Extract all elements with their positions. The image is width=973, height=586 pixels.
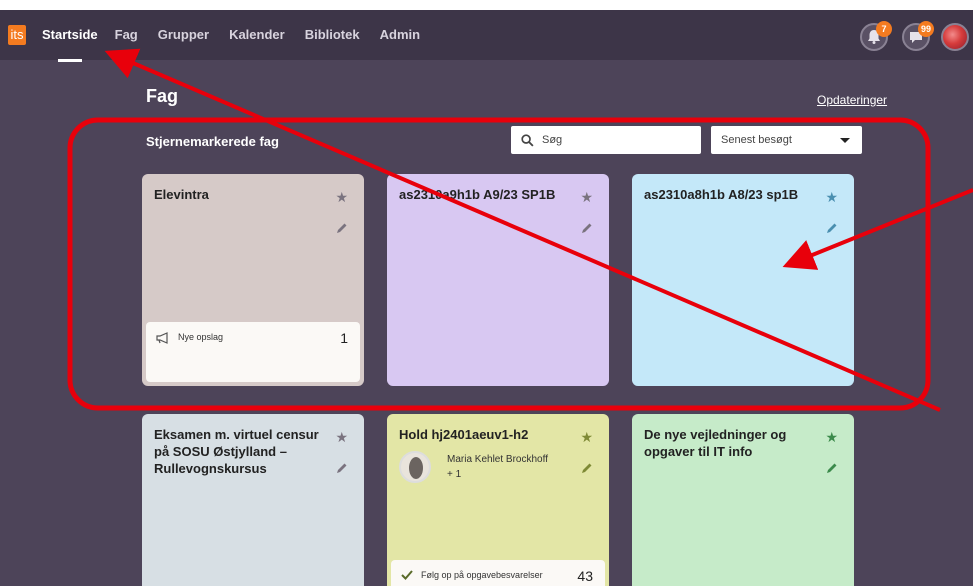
pencil-icon[interactable] bbox=[826, 222, 838, 234]
star-icon[interactable]: ★ bbox=[825, 429, 838, 446]
notification-panel[interactable]: Nye opslag 1 bbox=[146, 322, 360, 382]
course-title: De nye vejledninger og opgaver til IT in… bbox=[644, 427, 787, 459]
section-title: Stjernemarkerede fag bbox=[146, 134, 279, 149]
teacher-name-block: Maria Kehlet Brockhoff + 1 bbox=[447, 452, 548, 482]
nav-startside[interactable]: Startside bbox=[42, 27, 98, 62]
checkmark-icon bbox=[401, 570, 413, 580]
course-card-hold[interactable]: Hold hj2401aeuv1-h2 ★ Maria Kehlet Brock… bbox=[387, 414, 609, 586]
teacher-avatar bbox=[399, 451, 431, 483]
main-nav: Startside Fag Grupper Kalender Bibliotek… bbox=[42, 27, 440, 62]
course-card-eksamen[interactable]: Eksamen m. virtuel censur på SOSU Østjyl… bbox=[142, 414, 364, 586]
sort-select-value: Senest besøgt bbox=[721, 134, 792, 146]
search-icon bbox=[521, 133, 534, 147]
bell-badge: 7 bbox=[876, 21, 892, 37]
course-card-elevintra[interactable]: Elevintra ★ Nye opslag 1 bbox=[142, 174, 364, 386]
star-icon[interactable]: ★ bbox=[825, 189, 838, 206]
nav-grupper[interactable]: Grupper bbox=[158, 27, 209, 42]
course-title: as2310a8h1b A8/23 sp1B bbox=[644, 187, 799, 202]
app-window: its Startside Fag Grupper Kalender Bibli… bbox=[0, 10, 973, 586]
course-title: as2310a9h1b A9/23 SP1B bbox=[399, 187, 556, 202]
course-title: Elevintra bbox=[154, 187, 209, 202]
notification-count: 1 bbox=[340, 330, 348, 346]
teacher-extra: + 1 bbox=[447, 469, 462, 480]
pencil-icon[interactable] bbox=[826, 462, 838, 474]
notification-label: Følg op på opgavebesvarelser bbox=[421, 570, 543, 580]
megaphone-icon bbox=[156, 332, 168, 344]
star-icon[interactable]: ★ bbox=[335, 189, 348, 206]
course-card-it-info[interactable]: De nye vejledninger og opgaver til IT in… bbox=[632, 414, 854, 586]
teacher-info[interactable]: Maria Kehlet Brockhoff + 1 bbox=[399, 451, 597, 483]
messages-button[interactable]: 99 bbox=[902, 21, 934, 51]
course-card-a8[interactable]: as2310a8h1b A8/23 sp1B ★ bbox=[632, 174, 854, 386]
pencil-icon[interactable] bbox=[336, 462, 348, 474]
top-navigation: its Startside Fag Grupper Kalender Bibli… bbox=[0, 10, 973, 62]
course-card-a9[interactable]: as2310a9h1b A9/23 SP1B ★ bbox=[387, 174, 609, 386]
notification-count: 43 bbox=[577, 568, 593, 584]
star-icon[interactable]: ★ bbox=[335, 429, 348, 446]
pencil-icon[interactable] bbox=[581, 462, 593, 474]
nav-bibliotek[interactable]: Bibliotek bbox=[305, 27, 360, 42]
user-avatar[interactable] bbox=[941, 23, 969, 51]
notification-panel[interactable]: Følg op på opgavebesvarelser 43 bbox=[391, 560, 605, 586]
search-input[interactable]: Søg bbox=[511, 126, 701, 154]
course-title: Hold hj2401aeuv1-h2 bbox=[399, 427, 529, 442]
star-icon[interactable]: ★ bbox=[580, 429, 593, 446]
page-title: Fag bbox=[146, 86, 179, 106]
sort-select[interactable]: Senest besøgt bbox=[711, 126, 862, 154]
pencil-icon[interactable] bbox=[336, 222, 348, 234]
messages-badge: 99 bbox=[917, 21, 934, 37]
teacher-name: Maria Kehlet Brockhoff bbox=[447, 454, 548, 465]
updates-link[interactable]: Opdateringer bbox=[817, 93, 887, 107]
nav-kalender[interactable]: Kalender bbox=[229, 27, 285, 42]
nav-admin[interactable]: Admin bbox=[380, 27, 420, 42]
search-placeholder: Søg bbox=[542, 134, 563, 146]
nav-fag[interactable]: Fag bbox=[115, 27, 138, 42]
pencil-icon[interactable] bbox=[581, 222, 593, 234]
notification-label: Nye opslag bbox=[178, 332, 224, 342]
course-title: Eksamen m. virtuel censur på SOSU Østjyl… bbox=[154, 427, 319, 476]
its-logo[interactable]: its bbox=[8, 25, 26, 45]
chevron-down-icon bbox=[840, 138, 850, 143]
star-icon[interactable]: ★ bbox=[580, 189, 593, 206]
notifications-bell-button[interactable]: 7 bbox=[860, 21, 892, 51]
